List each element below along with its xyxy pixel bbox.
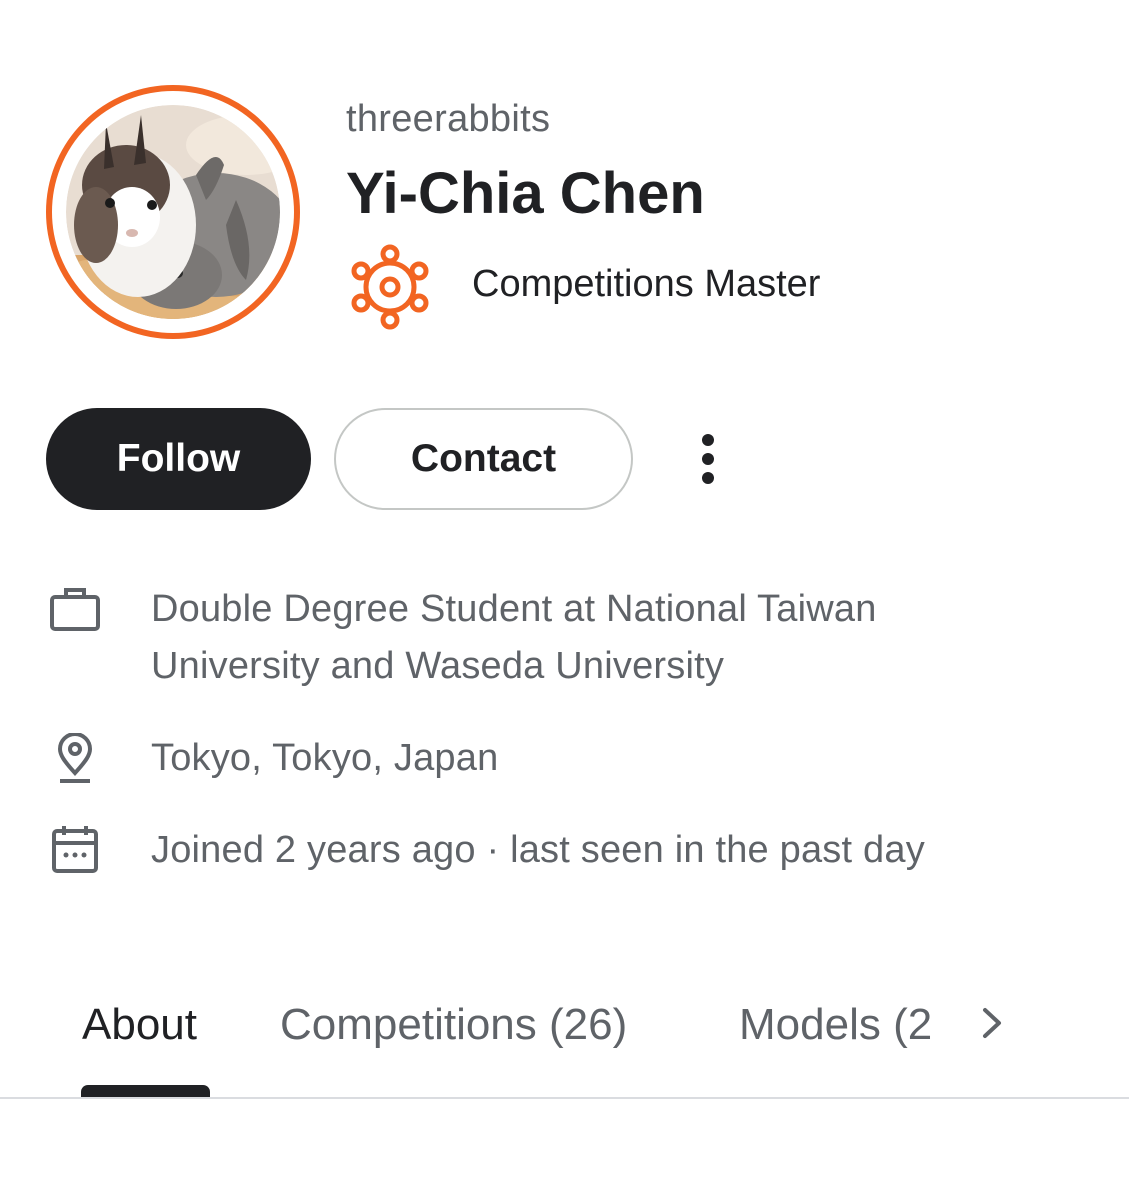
calendar-icon — [52, 826, 98, 873]
joined-text: Joined 2 years ago · last seen in the pa… — [151, 829, 925, 871]
follow-button[interactable]: Follow — [46, 408, 311, 510]
occupation-line-2: University and Waseda University — [151, 645, 725, 687]
avatar — [46, 85, 300, 339]
tab-competitions[interactable]: Competitions (26) — [280, 1000, 627, 1050]
contact-button[interactable]: Contact — [334, 408, 633, 510]
location-pin-icon — [57, 733, 93, 783]
location-text: Tokyo, Tokyo, Japan — [151, 737, 499, 779]
tier-label: Competitions Master — [472, 263, 821, 305]
tab-divider — [0, 1097, 1129, 1099]
tab-models-wrapper[interactable]: Models (2 — [739, 1000, 935, 1060]
display-name: Yi-Chia Chen — [346, 161, 705, 226]
tab-models[interactable]: Models (2 — [739, 1000, 932, 1050]
avatar-image — [66, 105, 280, 319]
tab-about[interactable]: About — [82, 1000, 197, 1050]
profile-tabs: About Competitions (26) Models (2 — [0, 990, 1129, 1100]
briefcase-icon — [50, 588, 100, 631]
occupation-line-1: Double Degree Student at National Taiwan — [151, 588, 877, 630]
competitions-tier-icon — [351, 244, 429, 330]
chevron-right-icon[interactable] — [972, 998, 1014, 1048]
more-vertical-icon[interactable] — [684, 430, 732, 488]
username: threerabbits — [346, 98, 551, 140]
